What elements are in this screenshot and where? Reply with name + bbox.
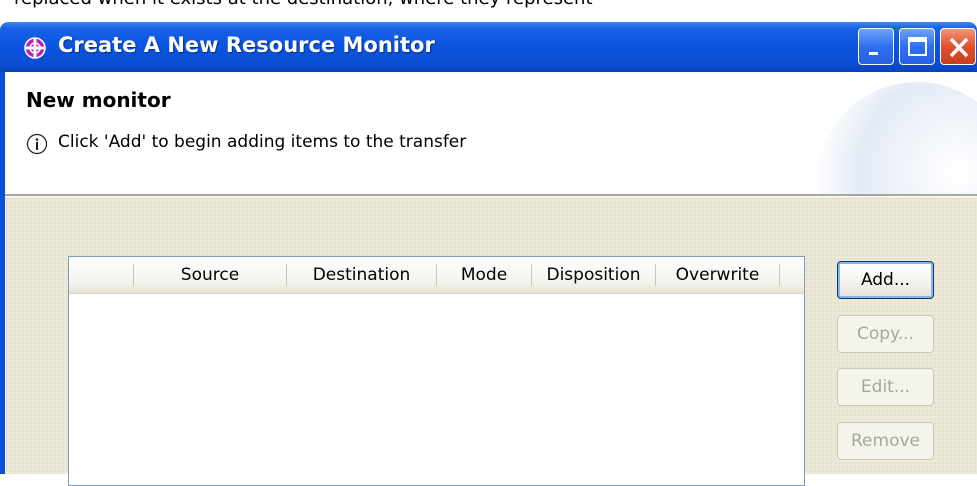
maximize-button[interactable] bbox=[899, 28, 935, 65]
column-header-disposition[interactable]: Disposition bbox=[532, 257, 655, 293]
page-title: New monitor bbox=[26, 88, 171, 112]
title-bar[interactable]: Create A New Resource Monitor bbox=[0, 22, 977, 72]
dialog-header: New monitor Click 'Add' to begin adding … bbox=[5, 72, 977, 194]
transfer-items-table[interactable]: Source Destination Mode Disposition Over… bbox=[68, 256, 805, 486]
column-header-overwrite[interactable]: Overwrite bbox=[656, 257, 779, 293]
minimize-button[interactable] bbox=[858, 28, 894, 65]
column-header-destination[interactable]: Destination bbox=[287, 257, 436, 293]
edit-button[interactable]: Edit... bbox=[837, 368, 934, 406]
minimize-icon bbox=[869, 52, 878, 55]
close-button[interactable] bbox=[940, 28, 976, 65]
copy-button[interactable]: Copy... bbox=[837, 315, 934, 353]
dialog-window: Create A New Resource Monitor New monito… bbox=[0, 22, 977, 486]
info-message: Click 'Add' to begin adding items to the… bbox=[58, 132, 467, 152]
background-text-clipped: replaced when it exists at the destinati… bbox=[0, 0, 977, 22]
add-button[interactable]: Add... bbox=[837, 261, 934, 299]
window-title: Create A New Resource Monitor bbox=[58, 33, 435, 57]
header-decoration bbox=[817, 82, 977, 194]
dialog-content: Source Destination Mode Disposition Over… bbox=[5, 197, 977, 486]
remove-button[interactable]: Remove bbox=[837, 422, 934, 460]
info-icon bbox=[26, 133, 48, 155]
table-header: Source Destination Mode Disposition Over… bbox=[69, 257, 804, 294]
column-divider[interactable] bbox=[779, 264, 780, 286]
close-icon bbox=[949, 37, 969, 58]
column-header-source[interactable]: Source bbox=[134, 257, 286, 293]
column-header-select[interactable] bbox=[69, 257, 133, 293]
background-text: replaced when it exists at the destinati… bbox=[14, 0, 593, 9]
column-header-mode[interactable]: Mode bbox=[437, 257, 531, 293]
app-icon bbox=[24, 37, 46, 59]
maximize-icon bbox=[908, 37, 927, 56]
